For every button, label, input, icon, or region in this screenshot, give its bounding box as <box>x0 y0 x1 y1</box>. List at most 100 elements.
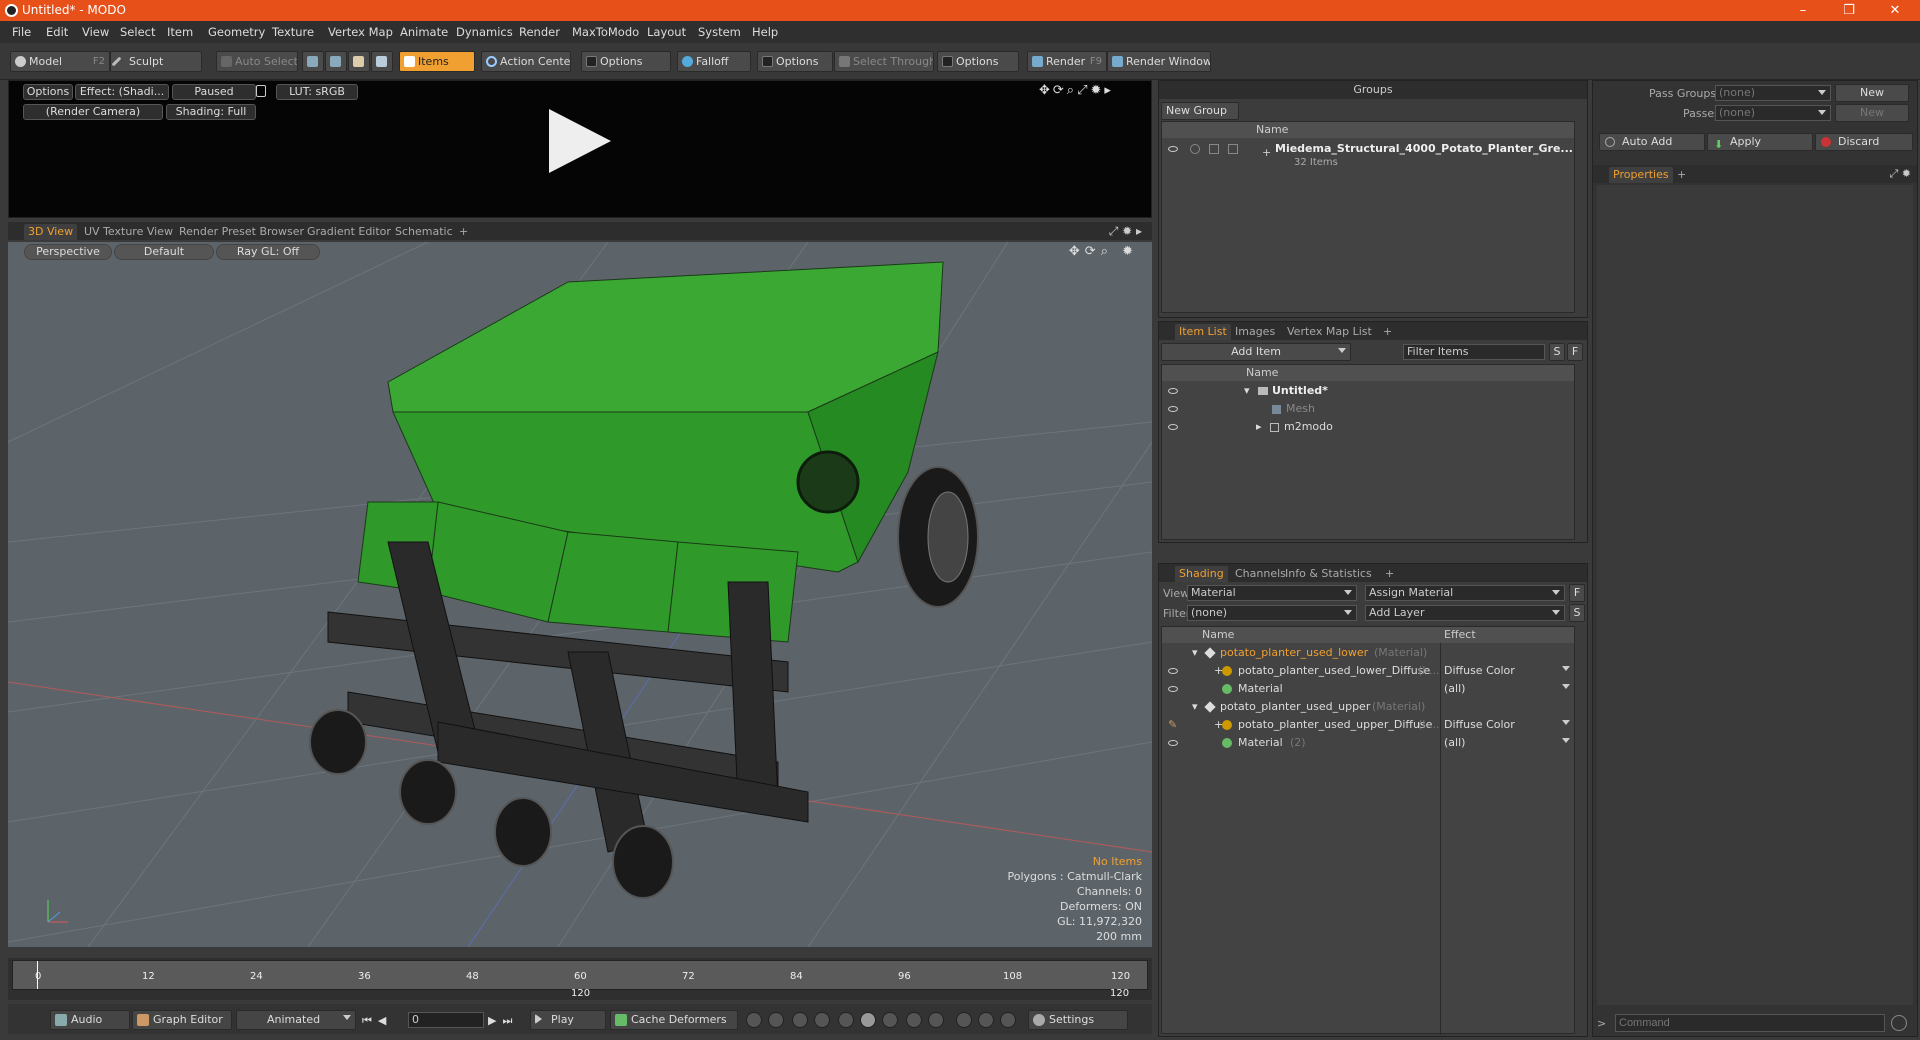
viewport-nav-icons[interactable]: ✥⟳⌕ ✹ <box>1069 244 1138 259</box>
add-tab-icon[interactable]: + <box>1673 167 1690 183</box>
discard-button[interactable]: Discard <box>1815 133 1913 151</box>
vertices-mode-button[interactable] <box>302 51 324 72</box>
timeline-ruler[interactable]: 0 12 24 36 48 60 72 84 96 108 120 <box>12 960 1148 990</box>
preview-camera-dropdown[interactable]: (Render Camera) <box>23 104 163 120</box>
frame-step-back-icons[interactable]: ⏮◀ <box>362 1014 392 1028</box>
visibility-icon[interactable] <box>1168 740 1178 746</box>
restore-icon[interactable]: ❐ <box>1826 0 1872 21</box>
cache-deformers-button[interactable]: Cache Deformers <box>610 1010 738 1030</box>
edges-mode-button[interactable] <box>325 51 347 72</box>
table-row[interactable]: Material (2) (all) <box>1162 734 1574 752</box>
tab-vertex-map-list[interactable]: Vertex Map List <box>1283 324 1376 340</box>
animated-dropdown[interactable]: Animated <box>236 1010 356 1030</box>
auto-key-icon[interactable] <box>838 1012 854 1028</box>
list-item[interactable]: Mesh <box>1162 400 1574 418</box>
new-group-button[interactable]: New Group <box>1161 102 1239 120</box>
chevron-down-icon[interactable]: ▾ <box>1244 382 1250 400</box>
tab-render-preset-browser[interactable]: Render Preset Browser <box>175 224 308 240</box>
render-preview[interactable]: Options Effect: (Shadi... Paused LUT: sR… <box>8 80 1152 218</box>
model-mode-button[interactable]: Model F2 <box>10 51 110 72</box>
frame-step-forward-icons[interactable]: ▶⏭ <box>488 1014 518 1028</box>
polygons-mode-button[interactable] <box>348 51 370 72</box>
render-toggle-icon[interactable] <box>1190 144 1200 154</box>
keyframe-icon[interactable] <box>746 1012 762 1028</box>
filter-dropdown[interactable]: (none) <box>1187 605 1357 621</box>
view-dropdown[interactable]: Material <box>1187 585 1357 601</box>
range-end-icon[interactable] <box>928 1012 944 1028</box>
settings-button[interactable]: Settings <box>1028 1010 1128 1030</box>
render-button[interactable]: Render F9 <box>1027 51 1107 72</box>
key-filter-icon[interactable] <box>956 1012 972 1028</box>
preview-effect-dropdown[interactable]: Effect: (Shadi... <box>75 84 169 100</box>
passes-dropdown[interactable]: (none) <box>1715 105 1831 121</box>
falloff-options-button[interactable]: Options <box>757 51 833 72</box>
chevron-down-icon[interactable] <box>1562 666 1570 671</box>
close-icon[interactable]: ✕ <box>1872 0 1918 21</box>
key-selected-icon[interactable] <box>882 1012 898 1028</box>
visibility-icon[interactable] <box>1168 406 1178 412</box>
groups-list[interactable]: Name + Miedema_Structural_4000_Potato_Pl… <box>1161 121 1575 313</box>
action-center-button[interactable]: Action Center <box>481 51 571 72</box>
menu-maxtomodo[interactable]: MaxToModo <box>572 25 639 39</box>
play-button[interactable]: Play <box>530 1010 606 1030</box>
command-history-icon[interactable] <box>1891 1015 1907 1031</box>
add-tab-icon[interactable]: + <box>1381 566 1398 582</box>
menu-layout[interactable]: Layout <box>647 25 686 39</box>
menu-edit[interactable]: Edit <box>46 25 68 39</box>
graph-editor-button[interactable]: Graph Editor <box>132 1010 232 1030</box>
range-start-icon[interactable] <box>906 1012 922 1028</box>
table-row[interactable]: ✎ + potato_planter_used_upper_Diffuse (I ..… <box>1162 716 1574 734</box>
chevron-down-icon[interactable] <box>1562 738 1570 743</box>
add-layer-dropdown[interactable]: Add Layer <box>1365 605 1565 621</box>
apply-button[interactable]: ⬇ Apply <box>1707 133 1813 151</box>
chevron-right-icon[interactable]: ▸ <box>1256 418 1262 436</box>
tab-images[interactable]: Images <box>1231 324 1279 340</box>
materials-mode-button[interactable] <box>371 51 393 72</box>
next-key-icon[interactable] <box>814 1012 830 1028</box>
preview-paused-button[interactable]: Paused <box>172 84 256 100</box>
key-all-icon[interactable] <box>768 1012 784 1028</box>
prev-key-icon[interactable] <box>792 1012 808 1028</box>
perspective-dropdown[interactable]: Perspective <box>24 244 112 260</box>
add-item-dropdown[interactable]: Add Item <box>1161 343 1351 361</box>
falloff-button[interactable]: Falloff <box>677 51 751 72</box>
preview-options-button[interactable]: Options <box>23 84 73 100</box>
panel-controls[interactable]: ⤢ ✹ <box>1889 167 1911 181</box>
brush-icon[interactable]: ✎ <box>1168 716 1177 734</box>
table-row[interactable]: ▾ potato_planter_used_upper (Material) <box>1162 698 1574 716</box>
menu-select[interactable]: Select <box>120 25 155 39</box>
shader-tree[interactable]: Name Effect ▾ potato_planter_used_lower (M… <box>1161 626 1575 1035</box>
new-pass-group-button[interactable]: New <box>1835 84 1909 102</box>
table-row[interactable]: ▾ potato_planter_used_lower (Material) <box>1162 644 1574 662</box>
filter-f-button[interactable]: F <box>1567 343 1583 361</box>
viewport-tab-controls[interactable]: ⤢ ✹ ▸ <box>1109 224 1142 239</box>
menu-help[interactable]: Help <box>752 25 778 39</box>
tab-uv-texture-view[interactable]: UV Texture View <box>80 224 177 240</box>
tab-schematic[interactable]: Schematic <box>391 224 457 240</box>
list-item[interactable]: ▾ Untitled* <box>1162 382 1574 400</box>
visibility-icon[interactable] <box>1168 668 1178 674</box>
filter-items-input[interactable]: Filter Items <box>1403 344 1545 360</box>
chevron-down-icon[interactable]: ▾ <box>1192 698 1198 716</box>
list-item[interactable]: + Miedema_Structural_4000_Potato_Planter… <box>1162 140 1574 170</box>
assign-material-dropdown[interactable]: Assign Material <box>1365 585 1565 601</box>
raygl-dropdown[interactable]: Ray GL: Off <box>216 244 320 260</box>
play-icon[interactable] <box>549 109 611 173</box>
menu-animate[interactable]: Animate <box>400 25 448 39</box>
table-row[interactable]: Material (all) <box>1162 680 1574 698</box>
items-mode-button[interactable]: Items <box>399 51 475 72</box>
add-tab-icon[interactable]: + <box>455 224 472 240</box>
item-tree[interactable]: Name ▾ Untitled* Mesh ▸ m2modo <box>1161 364 1575 540</box>
tab-gradient-editor[interactable]: Gradient Editor <box>303 224 395 240</box>
render-window-button[interactable]: Render Window <box>1107 51 1211 72</box>
preview-lut-dropdown[interactable]: LUT: sRGB <box>276 84 358 100</box>
menu-dynamics[interactable]: Dynamics <box>456 25 513 39</box>
chevron-down-icon[interactable]: ▾ <box>1192 644 1198 662</box>
list-item[interactable]: ▸ m2modo <box>1162 418 1574 436</box>
visibility-icon[interactable] <box>1168 146 1178 152</box>
shading-s-button[interactable]: S <box>1569 604 1585 622</box>
table-row[interactable]: + potato_planter_used_lower_Diffuse (I ...… <box>1162 662 1574 680</box>
select-through-options-button[interactable]: Options <box>937 51 1019 72</box>
command-input[interactable] <box>1615 1014 1885 1032</box>
tab-info-statistics[interactable]: Info & Statistics <box>1281 566 1376 582</box>
